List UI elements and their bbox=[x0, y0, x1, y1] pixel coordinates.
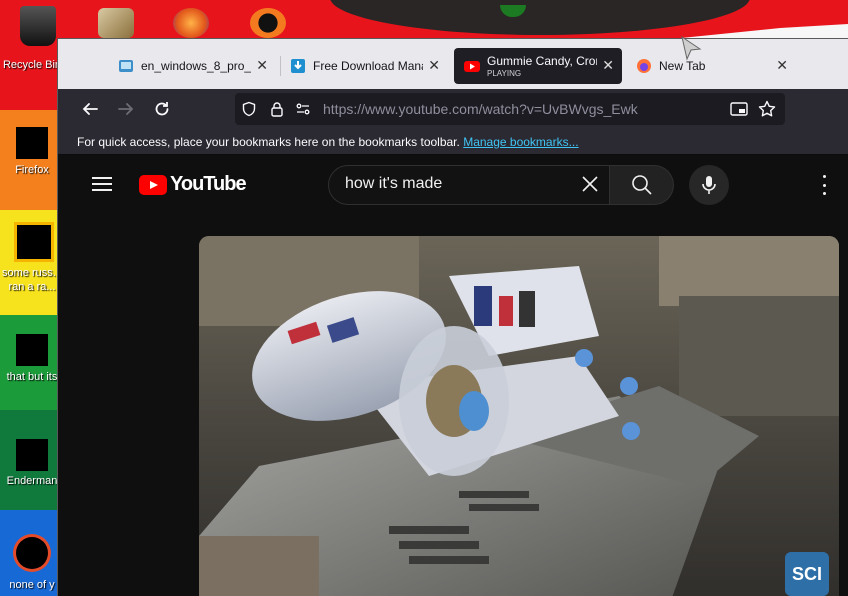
desktop-icon-label: that but its bbox=[6, 371, 58, 383]
mouse-cursor-icon bbox=[681, 35, 702, 61]
firefox-window: en_windows_8_pro_vl ✕ Free Download Mana… bbox=[57, 35, 848, 596]
forward-button[interactable] bbox=[114, 97, 138, 121]
youtube-play-icon bbox=[139, 174, 167, 195]
search-icon bbox=[631, 175, 652, 195]
desktop-icon-label: Enderman bbox=[6, 475, 58, 487]
microphone-icon bbox=[702, 176, 716, 194]
permissions-icon[interactable] bbox=[293, 99, 313, 119]
voice-search-button[interactable] bbox=[689, 165, 729, 205]
address-bar[interactable]: https://www.youtube.com/watch?v=UvBWvgs_… bbox=[235, 93, 785, 125]
tracking-protection-shield-icon[interactable] bbox=[239, 99, 259, 119]
desktop-icon-recycle-bin[interactable]: Recycle Bin bbox=[0, 0, 64, 80]
tab-title: Gummie Candy, Crom bbox=[487, 54, 597, 68]
firefox-icon bbox=[16, 127, 48, 159]
close-tab-icon[interactable]: ✕ bbox=[256, 58, 268, 72]
desktop-icon-enderman[interactable]: Enderman bbox=[0, 425, 64, 491]
desktop-icon-folder[interactable]: that but its bbox=[0, 320, 64, 386]
desktop-app-icon-3[interactable] bbox=[250, 8, 286, 38]
hamburger-menu-icon[interactable] bbox=[92, 177, 112, 191]
navigation-toolbar: https://www.youtube.com/watch?v=UvBWvgs_… bbox=[58, 89, 848, 129]
back-arrow-icon bbox=[82, 103, 98, 115]
youtube-logo[interactable]: YouTube bbox=[139, 173, 247, 196]
desktop-app-icon-1[interactable] bbox=[98, 8, 134, 38]
forward-arrow-icon bbox=[118, 103, 134, 115]
url-text: https://www.youtube.com/watch?v=UvBWvgs_… bbox=[323, 101, 638, 117]
bookmarks-toolbar: For quick access, place your bookmarks h… bbox=[58, 129, 848, 155]
reload-icon bbox=[155, 102, 169, 116]
youtube-logo-text: YouTube bbox=[170, 173, 247, 195]
desktop-icon-none[interactable]: none of y bbox=[0, 525, 64, 596]
reload-button[interactable] bbox=[150, 97, 174, 121]
search-button[interactable] bbox=[610, 165, 674, 205]
bookmarks-hint-text: For quick access, place your bookmarks h… bbox=[77, 135, 460, 149]
fdm-icon bbox=[290, 58, 306, 74]
youtube-page: YouTube how it's made SCI bbox=[58, 155, 848, 596]
youtube-icon bbox=[464, 58, 480, 74]
tab-new-tab[interactable]: New Tab ✕ bbox=[626, 48, 796, 84]
tab-playing-label: PLAYING bbox=[487, 69, 522, 78]
recycle-bin-icon bbox=[20, 6, 56, 46]
bookmark-star-icon[interactable] bbox=[757, 99, 777, 119]
document-icon bbox=[14, 222, 54, 262]
enderman-icon bbox=[16, 439, 48, 471]
firefox-icon bbox=[636, 58, 652, 74]
search-input[interactable] bbox=[345, 175, 565, 193]
back-button[interactable] bbox=[78, 97, 102, 121]
desktop-icon-label: some russ... ran a ra... bbox=[2, 267, 62, 293]
close-tab-icon[interactable]: ✕ bbox=[776, 58, 788, 72]
app-icon bbox=[16, 537, 48, 569]
close-tab-icon[interactable]: ✕ bbox=[428, 58, 440, 72]
video-frame bbox=[199, 236, 839, 596]
lock-icon[interactable] bbox=[267, 99, 287, 119]
video-player[interactable]: SCI bbox=[199, 236, 839, 596]
more-options-icon[interactable] bbox=[821, 175, 827, 195]
tab-title: en_windows_8_pro_vl bbox=[141, 59, 251, 73]
desktop-icon-document[interactable]: some russ... ran a ra... bbox=[0, 214, 64, 298]
desktop-icon-label: Recycle Bin bbox=[2, 59, 62, 71]
picture-in-picture-icon[interactable] bbox=[729, 99, 749, 119]
clear-search-icon[interactable] bbox=[579, 174, 601, 196]
desktop-app-icon-2[interactable] bbox=[173, 8, 209, 38]
close-tab-icon[interactable]: ✕ bbox=[602, 58, 614, 72]
tab-title: Free Download Manager bbox=[313, 59, 423, 73]
windows-iso-icon bbox=[118, 58, 134, 74]
tab-strip: en_windows_8_pro_vl ✕ Free Download Mana… bbox=[58, 35, 848, 89]
desktop-icon-firefox[interactable]: Firefox bbox=[0, 112, 64, 182]
stack-icon bbox=[16, 334, 48, 366]
desktop-icon-label: none of y bbox=[9, 579, 55, 591]
manage-bookmarks-link[interactable]: Manage bookmarks... bbox=[463, 135, 578, 149]
desktop-icon-label: Firefox bbox=[15, 164, 49, 176]
tab-youtube-playing[interactable]: Gummie Candy, Crom PLAYING ✕ bbox=[454, 48, 622, 84]
tab-windows-iso[interactable]: en_windows_8_pro_vl ✕ bbox=[108, 48, 276, 84]
tab-free-download-manager[interactable]: Free Download Manager ✕ bbox=[280, 48, 448, 84]
search-box bbox=[328, 165, 610, 205]
sci-channel-watermark: SCI bbox=[785, 552, 829, 596]
tab-title: New Tab bbox=[659, 59, 706, 73]
